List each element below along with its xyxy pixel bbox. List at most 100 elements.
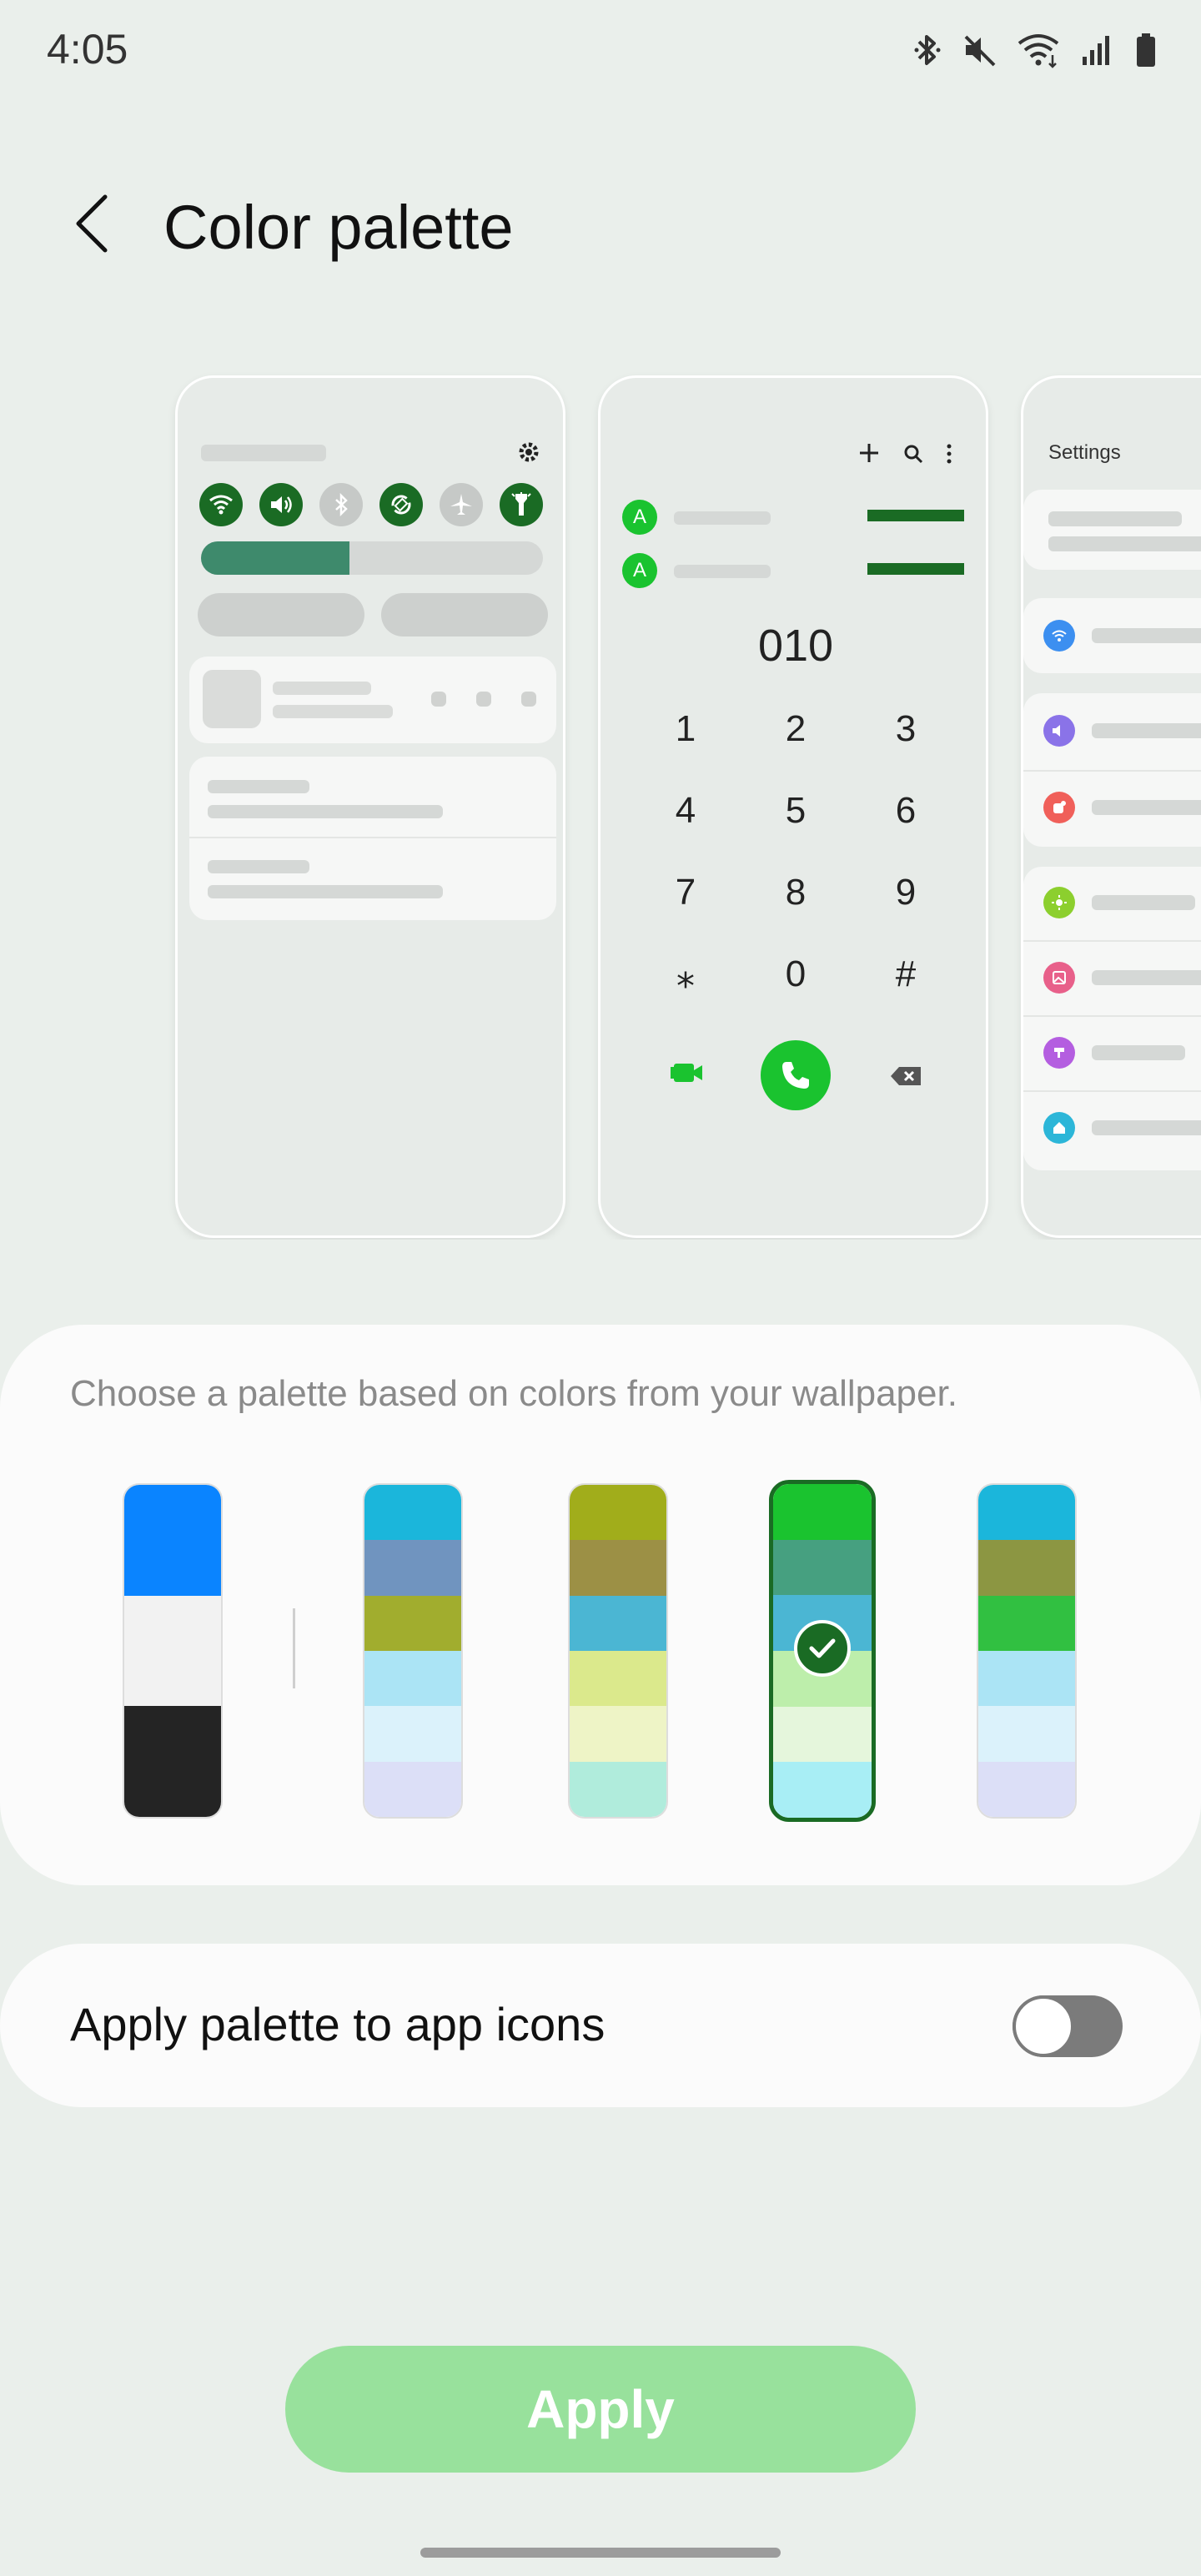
divider xyxy=(1023,940,1201,942)
palette-option[interactable] xyxy=(363,1483,463,1819)
placeholder-bar xyxy=(1092,1120,1201,1135)
call-button xyxy=(761,1040,831,1110)
battery-icon xyxy=(1137,33,1155,67)
notification-preview xyxy=(189,757,556,920)
palette-stripe xyxy=(364,1540,461,1596)
airplane-toggle xyxy=(440,483,483,526)
status-bar: 4:05 xyxy=(0,0,1201,100)
wifi-icon xyxy=(209,495,233,515)
divider xyxy=(189,837,556,838)
palette-stripe xyxy=(364,1761,461,1817)
palette-stripe xyxy=(570,1540,666,1596)
wifi-toggle xyxy=(199,483,243,526)
placeholder-bar xyxy=(674,511,771,525)
connections-icon xyxy=(1043,620,1075,652)
placeholder-bar xyxy=(1092,1045,1185,1060)
palette-stripe xyxy=(364,1595,461,1651)
contact-avatar: A xyxy=(622,500,657,535)
video-call-icon xyxy=(671,1064,702,1082)
pause-icon xyxy=(476,692,491,707)
prev-icon xyxy=(431,692,446,707)
display-icon xyxy=(1043,887,1075,918)
contact-avatar: A xyxy=(622,553,657,588)
home-indicator[interactable] xyxy=(420,2548,781,2558)
album-art xyxy=(203,670,261,728)
palette-option-basic[interactable] xyxy=(123,1483,223,1819)
flashlight-toggle xyxy=(500,483,543,526)
palette-hint: Choose a palette based on colors from yo… xyxy=(70,1373,957,1414)
selected-check-icon xyxy=(794,1620,851,1677)
divider xyxy=(1023,1090,1201,1092)
wifi-icon xyxy=(1018,34,1059,68)
dial-key: 8 xyxy=(785,872,807,913)
rotate-icon xyxy=(391,495,411,515)
sound-icon xyxy=(271,496,292,513)
placeholder-bar-accent xyxy=(867,563,964,575)
placeholder-bar xyxy=(1092,723,1201,738)
palette-panel: Choose a palette based on colors from yo… xyxy=(0,1325,1201,1885)
palette-stripe xyxy=(978,1485,1075,1541)
signal-icon xyxy=(1083,36,1109,65)
palette-previews[interactable]: A A 010 1 2 3 4 5 6 7 8 9 ⁎ 0 # Settings xyxy=(0,372,1201,1240)
more-options-icon xyxy=(947,444,952,464)
palette-stripe xyxy=(773,1539,872,1596)
settings-preview: Settings xyxy=(1021,375,1201,1238)
dial-key: 1 xyxy=(675,708,696,749)
flashlight-icon xyxy=(511,492,531,516)
next-icon xyxy=(521,692,536,707)
palette-stripe xyxy=(364,1706,461,1762)
gear-icon xyxy=(519,442,539,462)
palette-stripe xyxy=(570,1650,666,1707)
wallpaper-icon xyxy=(1043,962,1075,994)
palette-divider xyxy=(293,1608,295,1688)
apply-to-app-icons-toggle[interactable] xyxy=(1013,1995,1123,2057)
sound-toggle xyxy=(259,483,303,526)
divider xyxy=(1023,1015,1201,1017)
placeholder-bar xyxy=(1048,536,1201,551)
placeholder-bar xyxy=(1092,628,1201,643)
palette-stripe xyxy=(570,1761,666,1817)
bluetooth-icon xyxy=(335,493,348,516)
placeholder-pill xyxy=(381,593,548,636)
apply-to-app-icons-row[interactable]: Apply palette to app icons xyxy=(0,1944,1201,2107)
status-icons xyxy=(912,32,1158,68)
media-player-preview xyxy=(189,657,556,743)
palette-option[interactable] xyxy=(977,1483,1077,1819)
themes-icon xyxy=(1043,1037,1075,1069)
dialer-preview: A A 010 1 2 3 4 5 6 7 8 9 ⁎ 0 # xyxy=(598,375,988,1238)
placeholder-bar xyxy=(1092,970,1201,985)
plus-icon xyxy=(860,444,878,462)
bluetooth-icon xyxy=(914,35,941,65)
brightness-slider xyxy=(201,541,543,575)
back-arrow-icon xyxy=(76,194,108,253)
dial-key: 6 xyxy=(895,790,917,831)
page-title: Color palette xyxy=(163,193,514,262)
back-button[interactable] xyxy=(58,182,125,265)
apply-button[interactable]: Apply xyxy=(285,2346,916,2473)
palette-stripe xyxy=(773,1484,872,1540)
placeholder-bar-accent xyxy=(867,510,964,521)
settings-item xyxy=(1023,598,1201,673)
palette-option[interactable] xyxy=(568,1483,668,1819)
placeholder-bar xyxy=(1048,511,1182,526)
divider xyxy=(1023,770,1201,772)
dial-key: 2 xyxy=(785,708,807,749)
palette-stripe xyxy=(570,1706,666,1762)
palette-stripe xyxy=(364,1650,461,1707)
placeholder-bar xyxy=(208,885,443,898)
palette-stripe xyxy=(570,1485,666,1541)
placeholder-bar xyxy=(1092,800,1201,815)
notifications-icon xyxy=(1043,792,1075,823)
palette-stripe xyxy=(773,1762,872,1818)
placeholder-bar xyxy=(273,705,393,718)
quick-panel-preview xyxy=(175,375,565,1238)
palette-stripe xyxy=(570,1595,666,1651)
search-icon xyxy=(904,445,923,464)
placeholder-bar xyxy=(1092,895,1195,910)
phone-icon xyxy=(782,1062,809,1089)
dial-key: 0 xyxy=(785,953,807,994)
dial-key: # xyxy=(895,953,917,994)
mute-icon xyxy=(964,35,996,67)
brightness-slider-fill xyxy=(201,541,349,575)
settings-title: Settings xyxy=(1048,441,1121,464)
